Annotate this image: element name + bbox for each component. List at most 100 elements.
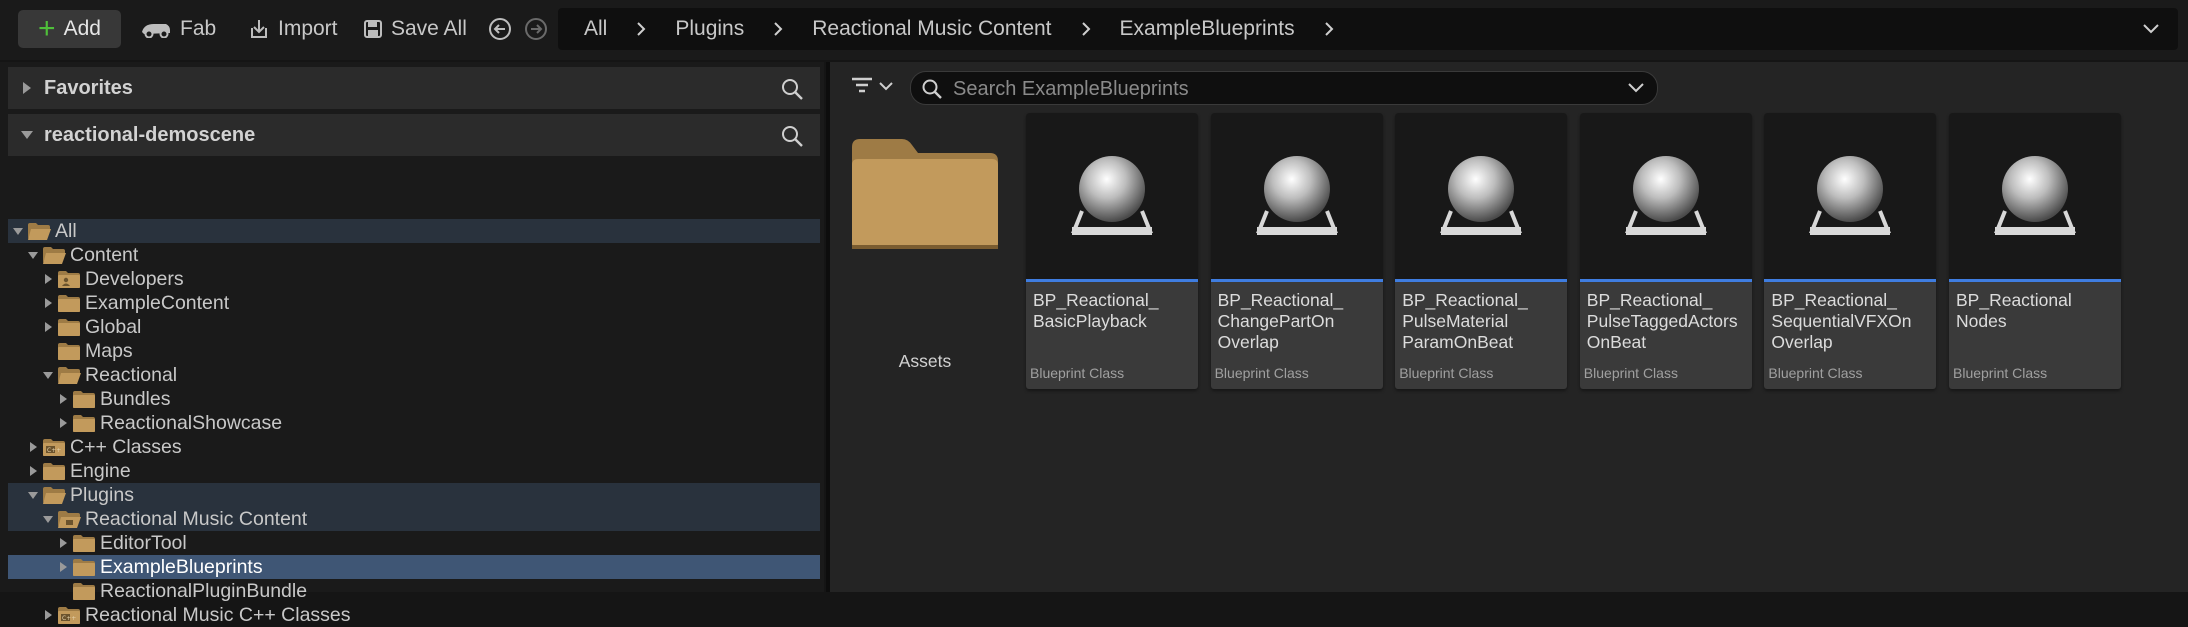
tree-item-label: Developers <box>85 267 184 290</box>
asset-name: BP_Reactional_ ChangePartOn Overlap <box>1217 290 1344 352</box>
tree-item-reactionalpluginbundle[interactable]: ReactionalPluginBundle <box>8 579 820 603</box>
svg-text:C++: C++ <box>62 615 76 622</box>
tree-item-all[interactable]: All <box>8 219 820 243</box>
asset-name: BP_Reactional_ SequentialVFXOn Overlap <box>1771 290 1912 352</box>
blueprint-sphere-icon <box>1071 156 1153 235</box>
tree-item-reactionalshowcase[interactable]: ReactionalShowcase <box>8 411 820 435</box>
tree-item-editortool[interactable]: EditorTool <box>8 531 820 555</box>
fab-button-label: Fab <box>180 17 217 40</box>
import-icon <box>251 20 267 38</box>
caret-down-icon[interactable] <box>27 249 39 261</box>
tree-item-c-classes[interactable]: C++ C++ Classes <box>8 435 820 459</box>
tree-item-reactional-music-c-classes[interactable]: C++ Reactional Music C++ Classes <box>8 603 820 627</box>
asset-tile[interactable]: BP_Reactional_ SequentialVFXOn Overlap Bl… <box>1764 113 1937 389</box>
folder-icon <box>58 295 80 312</box>
tree-item-content[interactable]: Content <box>8 243 820 267</box>
caret-right-icon[interactable] <box>57 537 69 549</box>
folder-tree: All Content Developers ExampleContent Global… <box>8 219 820 627</box>
blueprint-sphere-icon <box>1624 156 1707 235</box>
add-button-label: Add <box>63 17 101 40</box>
folder-icon <box>852 139 998 249</box>
caret-down-icon[interactable] <box>42 369 54 381</box>
caret-right-icon[interactable] <box>42 609 54 621</box>
asset-tile[interactable]: BP_Reactional_ PulseMaterial ParamOnBeat… <box>1395 113 1568 389</box>
back-arrow-icon[interactable] <box>488 17 512 41</box>
tree-item-label: ExampleContent <box>85 291 230 314</box>
asset-type-label: Blueprint Class <box>1953 365 2048 381</box>
add-button[interactable]: + Add <box>18 10 121 48</box>
fab-button[interactable]: Fab <box>140 10 216 48</box>
tree-spacer <box>57 585 69 597</box>
chevron-right-icon[interactable] <box>770 21 786 37</box>
svg-text:C++: C++ <box>47 447 61 454</box>
tree-item-engine[interactable]: Engine <box>8 459 820 483</box>
caret-right-icon[interactable] <box>57 417 69 429</box>
search-icon[interactable] <box>780 124 804 148</box>
caret-right-icon[interactable] <box>57 393 69 405</box>
chevron-right-icon[interactable] <box>633 21 649 37</box>
breadcrumb-item-reactional-music-content[interactable]: Reactional Music Content <box>808 17 1055 41</box>
tree-item-global[interactable]: Global <box>8 315 820 339</box>
caret-down-icon[interactable] <box>42 513 54 525</box>
forward-arrow-icon[interactable] <box>524 17 548 41</box>
caret-down-icon[interactable] <box>27 489 39 501</box>
folder-cpp-icon: C++ <box>43 439 65 456</box>
caret-right-icon[interactable] <box>42 321 54 333</box>
tree-item-plugins[interactable]: Plugins <box>8 483 820 507</box>
breadcrumb-item-exampleblueprints[interactable]: ExampleBlueprints <box>1116 17 1299 41</box>
plus-icon: + <box>38 12 56 45</box>
folder-icon <box>73 583 95 600</box>
caret-right-icon[interactable] <box>27 441 39 453</box>
asset-tile[interactable]: BP_Reactional_ ChangePartOn Overlap Bluep… <box>1210 113 1383 389</box>
caret-right-icon[interactable] <box>20 81 34 95</box>
tree-item-developers[interactable]: Developers <box>8 267 820 291</box>
caret-right-icon[interactable] <box>42 297 54 309</box>
chevron-right-icon[interactable] <box>1321 21 1337 37</box>
blueprint-sphere-icon <box>1994 156 2076 235</box>
favorites-header[interactable]: Favorites <box>8 67 820 109</box>
folder-open-icon <box>43 487 66 504</box>
project-header[interactable]: reactional-demoscene <box>8 114 820 156</box>
folder-developer-icon <box>58 271 80 288</box>
asset-type-color-bar <box>1764 279 1937 282</box>
import-button[interactable]: Import <box>248 10 338 48</box>
caret-right-icon[interactable] <box>42 273 54 285</box>
save-all-button[interactable]: Save All <box>363 10 467 48</box>
folder-icon <box>43 463 65 480</box>
asset-tile[interactable]: BP_Reactional Nodes Blueprint Class <box>1949 113 2121 389</box>
asset-thumbnail <box>1949 113 2121 279</box>
tree-item-maps[interactable]: Maps <box>8 339 820 363</box>
tree-item-label: Reactional Music Content <box>85 507 308 530</box>
asset-tile[interactable]: BP_Reactional_ PulseTaggedActors OnBeat B… <box>1579 113 1752 389</box>
caret-right-icon[interactable] <box>57 561 69 573</box>
folder-icon <box>73 415 95 432</box>
asset-tile[interactable]: BP_Reactional_ BasicPlayback Blueprint Cl… <box>1026 113 1198 389</box>
asset-name: BP_Reactional_ PulseTaggedActors OnBeat <box>1586 290 1738 352</box>
chevron-down-icon[interactable] <box>1627 80 1645 94</box>
folder-plugin-open-icon <box>58 511 81 528</box>
tree-item-label: Content <box>70 243 139 266</box>
asset-type-label: Blueprint Class <box>1030 365 1125 381</box>
breadcrumb-item-plugins[interactable]: Plugins <box>671 17 748 41</box>
tree-item-reactional[interactable]: Reactional <box>8 363 820 387</box>
tree-item-reactional-music-content[interactable]: Reactional Music Content <box>8 507 820 531</box>
asset-search <box>910 71 1658 106</box>
breadcrumb-item-all[interactable]: All <box>580 17 611 41</box>
caret-right-icon[interactable] <box>27 465 39 477</box>
search-icon[interactable] <box>780 77 804 101</box>
tree-item-exampleblueprints[interactable]: ExampleBlueprints <box>8 555 820 579</box>
tree-item-label: EditorTool <box>100 531 187 554</box>
filter-button[interactable] <box>850 75 896 102</box>
tree-item-label: Maps <box>85 339 133 362</box>
caret-down-icon[interactable] <box>12 225 24 237</box>
asset-type-label: Blueprint Class <box>1768 365 1863 381</box>
tree-item-bundles[interactable]: Bundles <box>8 387 820 411</box>
folder-icon <box>58 319 80 336</box>
assets-folder-tile[interactable]: Assets <box>850 133 1000 383</box>
caret-down-icon[interactable] <box>20 128 34 142</box>
search-input[interactable] <box>951 72 1595 106</box>
chevron-down-icon[interactable] <box>2142 21 2160 35</box>
tree-item-examplecontent[interactable]: ExampleContent <box>8 291 820 315</box>
chevron-right-icon[interactable] <box>1078 21 1094 37</box>
save-all-button-label: Save All <box>391 17 467 40</box>
